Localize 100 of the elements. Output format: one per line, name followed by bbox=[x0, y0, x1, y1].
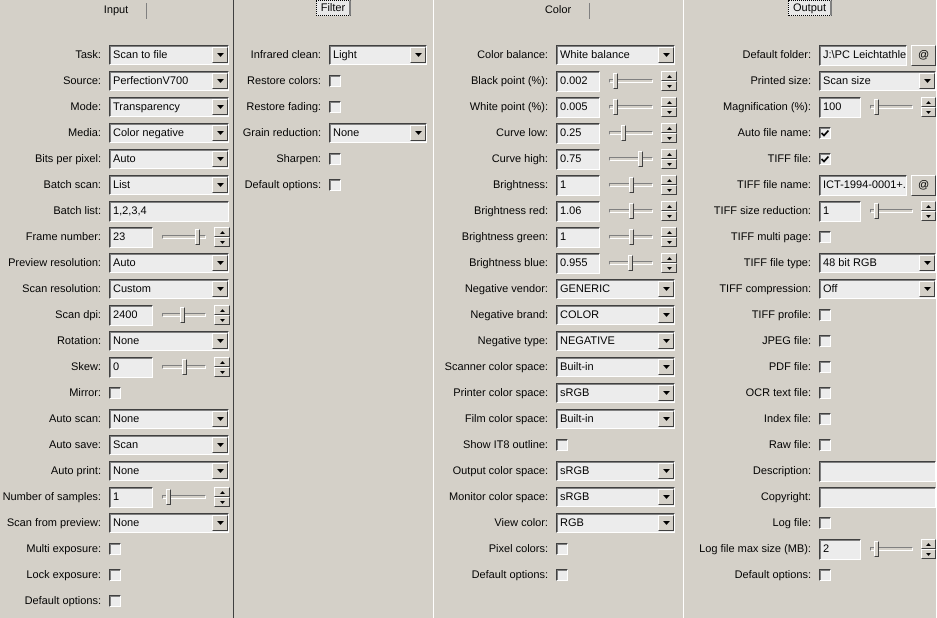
spinner[interactable] bbox=[661, 175, 677, 195]
dropdown[interactable]: 48 bit RGB bbox=[819, 253, 936, 273]
input-field[interactable]: 1 bbox=[819, 200, 862, 222]
spinner[interactable] bbox=[920, 539, 936, 559]
dropdown[interactable]: Built-in bbox=[556, 357, 675, 377]
input-field[interactable] bbox=[819, 486, 936, 508]
dropdown[interactable]: None bbox=[109, 409, 229, 429]
spinner[interactable] bbox=[214, 487, 230, 507]
checkbox[interactable] bbox=[329, 75, 341, 87]
slider[interactable] bbox=[162, 359, 206, 375]
up-arrow-icon[interactable] bbox=[220, 230, 224, 234]
input-field[interactable]: 0 bbox=[109, 356, 153, 378]
slider-thumb[interactable] bbox=[612, 73, 618, 89]
checkbox[interactable] bbox=[819, 517, 831, 529]
dropdown[interactable]: NEGATIVE bbox=[556, 331, 675, 351]
slider[interactable] bbox=[609, 73, 653, 89]
slider[interactable] bbox=[870, 203, 913, 219]
slider-thumb[interactable] bbox=[628, 229, 634, 245]
up-arrow-icon[interactable] bbox=[666, 152, 672, 156]
down-arrow-icon[interactable] bbox=[666, 266, 672, 270]
slider-thumb[interactable] bbox=[628, 177, 634, 193]
checkbox[interactable] bbox=[819, 309, 831, 321]
spinner[interactable] bbox=[214, 227, 230, 247]
slider-thumb[interactable] bbox=[874, 99, 880, 115]
slider[interactable] bbox=[162, 229, 206, 245]
up-arrow-icon[interactable] bbox=[666, 178, 672, 182]
dropdown[interactable]: Auto bbox=[109, 253, 229, 273]
dropdown[interactable]: Color negative bbox=[109, 123, 229, 143]
input-field[interactable]: 1 bbox=[556, 174, 600, 196]
down-arrow-icon[interactable] bbox=[666, 214, 672, 218]
dropdown[interactable]: None bbox=[109, 461, 229, 481]
up-arrow-icon[interactable] bbox=[926, 100, 931, 104]
checkbox[interactable] bbox=[329, 101, 341, 113]
slider-thumb[interactable] bbox=[180, 307, 185, 323]
spinner[interactable] bbox=[214, 305, 230, 325]
input-field[interactable]: 0.002 bbox=[556, 70, 600, 92]
slider[interactable] bbox=[609, 229, 653, 245]
slider[interactable] bbox=[162, 307, 206, 323]
slider[interactable] bbox=[609, 255, 653, 271]
checkbox[interactable] bbox=[109, 595, 121, 607]
up-arrow-icon[interactable] bbox=[926, 204, 931, 208]
dropdown[interactable]: PerfectionV700 bbox=[109, 71, 229, 91]
input-field[interactable] bbox=[819, 460, 936, 482]
down-arrow-icon[interactable] bbox=[220, 500, 224, 504]
down-arrow-icon[interactable] bbox=[926, 214, 931, 218]
spinner[interactable] bbox=[661, 97, 677, 117]
checkbox[interactable] bbox=[819, 335, 831, 347]
checkbox[interactable] bbox=[329, 153, 341, 165]
checkbox[interactable] bbox=[819, 387, 831, 399]
dropdown[interactable]: List bbox=[109, 175, 229, 195]
checkbox[interactable] bbox=[109, 543, 121, 555]
up-arrow-icon[interactable] bbox=[666, 100, 672, 104]
up-arrow-icon[interactable] bbox=[220, 490, 224, 494]
dropdown[interactable]: RGB bbox=[556, 513, 675, 533]
checkbox[interactable] bbox=[109, 569, 121, 581]
slider-thumb[interactable] bbox=[874, 203, 880, 219]
dropdown[interactable]: GENERIC bbox=[556, 279, 675, 299]
dropdown[interactable]: Scan size bbox=[819, 71, 936, 91]
input-field[interactable]: 0.005 bbox=[556, 96, 600, 118]
input-field[interactable]: J:\PC Leichtathle bbox=[819, 44, 908, 66]
slider[interactable] bbox=[609, 203, 653, 219]
down-arrow-icon[interactable] bbox=[666, 188, 672, 192]
spinner[interactable] bbox=[214, 357, 230, 377]
down-arrow-icon[interactable] bbox=[926, 110, 931, 114]
input-field[interactable]: 100 bbox=[819, 96, 862, 118]
up-arrow-icon[interactable] bbox=[926, 542, 931, 546]
input-field[interactable]: 0.955 bbox=[556, 252, 600, 274]
slider-thumb[interactable] bbox=[629, 203, 634, 219]
dropdown[interactable]: Built-in bbox=[556, 409, 675, 429]
spinner[interactable] bbox=[661, 201, 677, 221]
spinner[interactable] bbox=[661, 123, 677, 143]
down-arrow-icon[interactable] bbox=[666, 240, 672, 244]
checkbox[interactable] bbox=[819, 153, 831, 165]
input-field[interactable]: 2400 bbox=[109, 304, 153, 326]
slider-thumb[interactable] bbox=[638, 151, 644, 167]
dropdown[interactable]: Scan bbox=[109, 435, 229, 455]
checkbox[interactable] bbox=[556, 439, 568, 451]
dropdown[interactable]: sRGB bbox=[556, 461, 675, 481]
checkbox[interactable] bbox=[329, 179, 341, 191]
input-field[interactable]: 1.06 bbox=[556, 200, 600, 222]
spinner[interactable] bbox=[661, 227, 677, 247]
spinner[interactable] bbox=[661, 149, 677, 169]
slider-thumb[interactable] bbox=[620, 125, 626, 141]
up-arrow-icon[interactable] bbox=[666, 256, 672, 260]
down-arrow-icon[interactable] bbox=[220, 318, 224, 322]
dropdown[interactable]: None bbox=[109, 331, 229, 351]
input-field[interactable]: ICT-1994-0001+. bbox=[819, 174, 908, 196]
tab[interactable]: Input bbox=[86, 3, 148, 19]
checkbox[interactable] bbox=[819, 231, 831, 243]
up-arrow-icon[interactable] bbox=[220, 360, 224, 364]
dropdown[interactable]: sRGB bbox=[556, 383, 675, 403]
spinner[interactable] bbox=[661, 71, 677, 91]
slider[interactable] bbox=[609, 177, 653, 193]
dropdown[interactable]: None bbox=[109, 513, 229, 533]
slider-thumb[interactable] bbox=[182, 359, 186, 375]
dropdown[interactable]: Scan to file bbox=[109, 45, 229, 65]
down-arrow-icon[interactable] bbox=[666, 162, 672, 166]
up-arrow-icon[interactable] bbox=[666, 126, 672, 130]
up-arrow-icon[interactable] bbox=[666, 74, 672, 78]
checkbox[interactable] bbox=[109, 387, 121, 399]
